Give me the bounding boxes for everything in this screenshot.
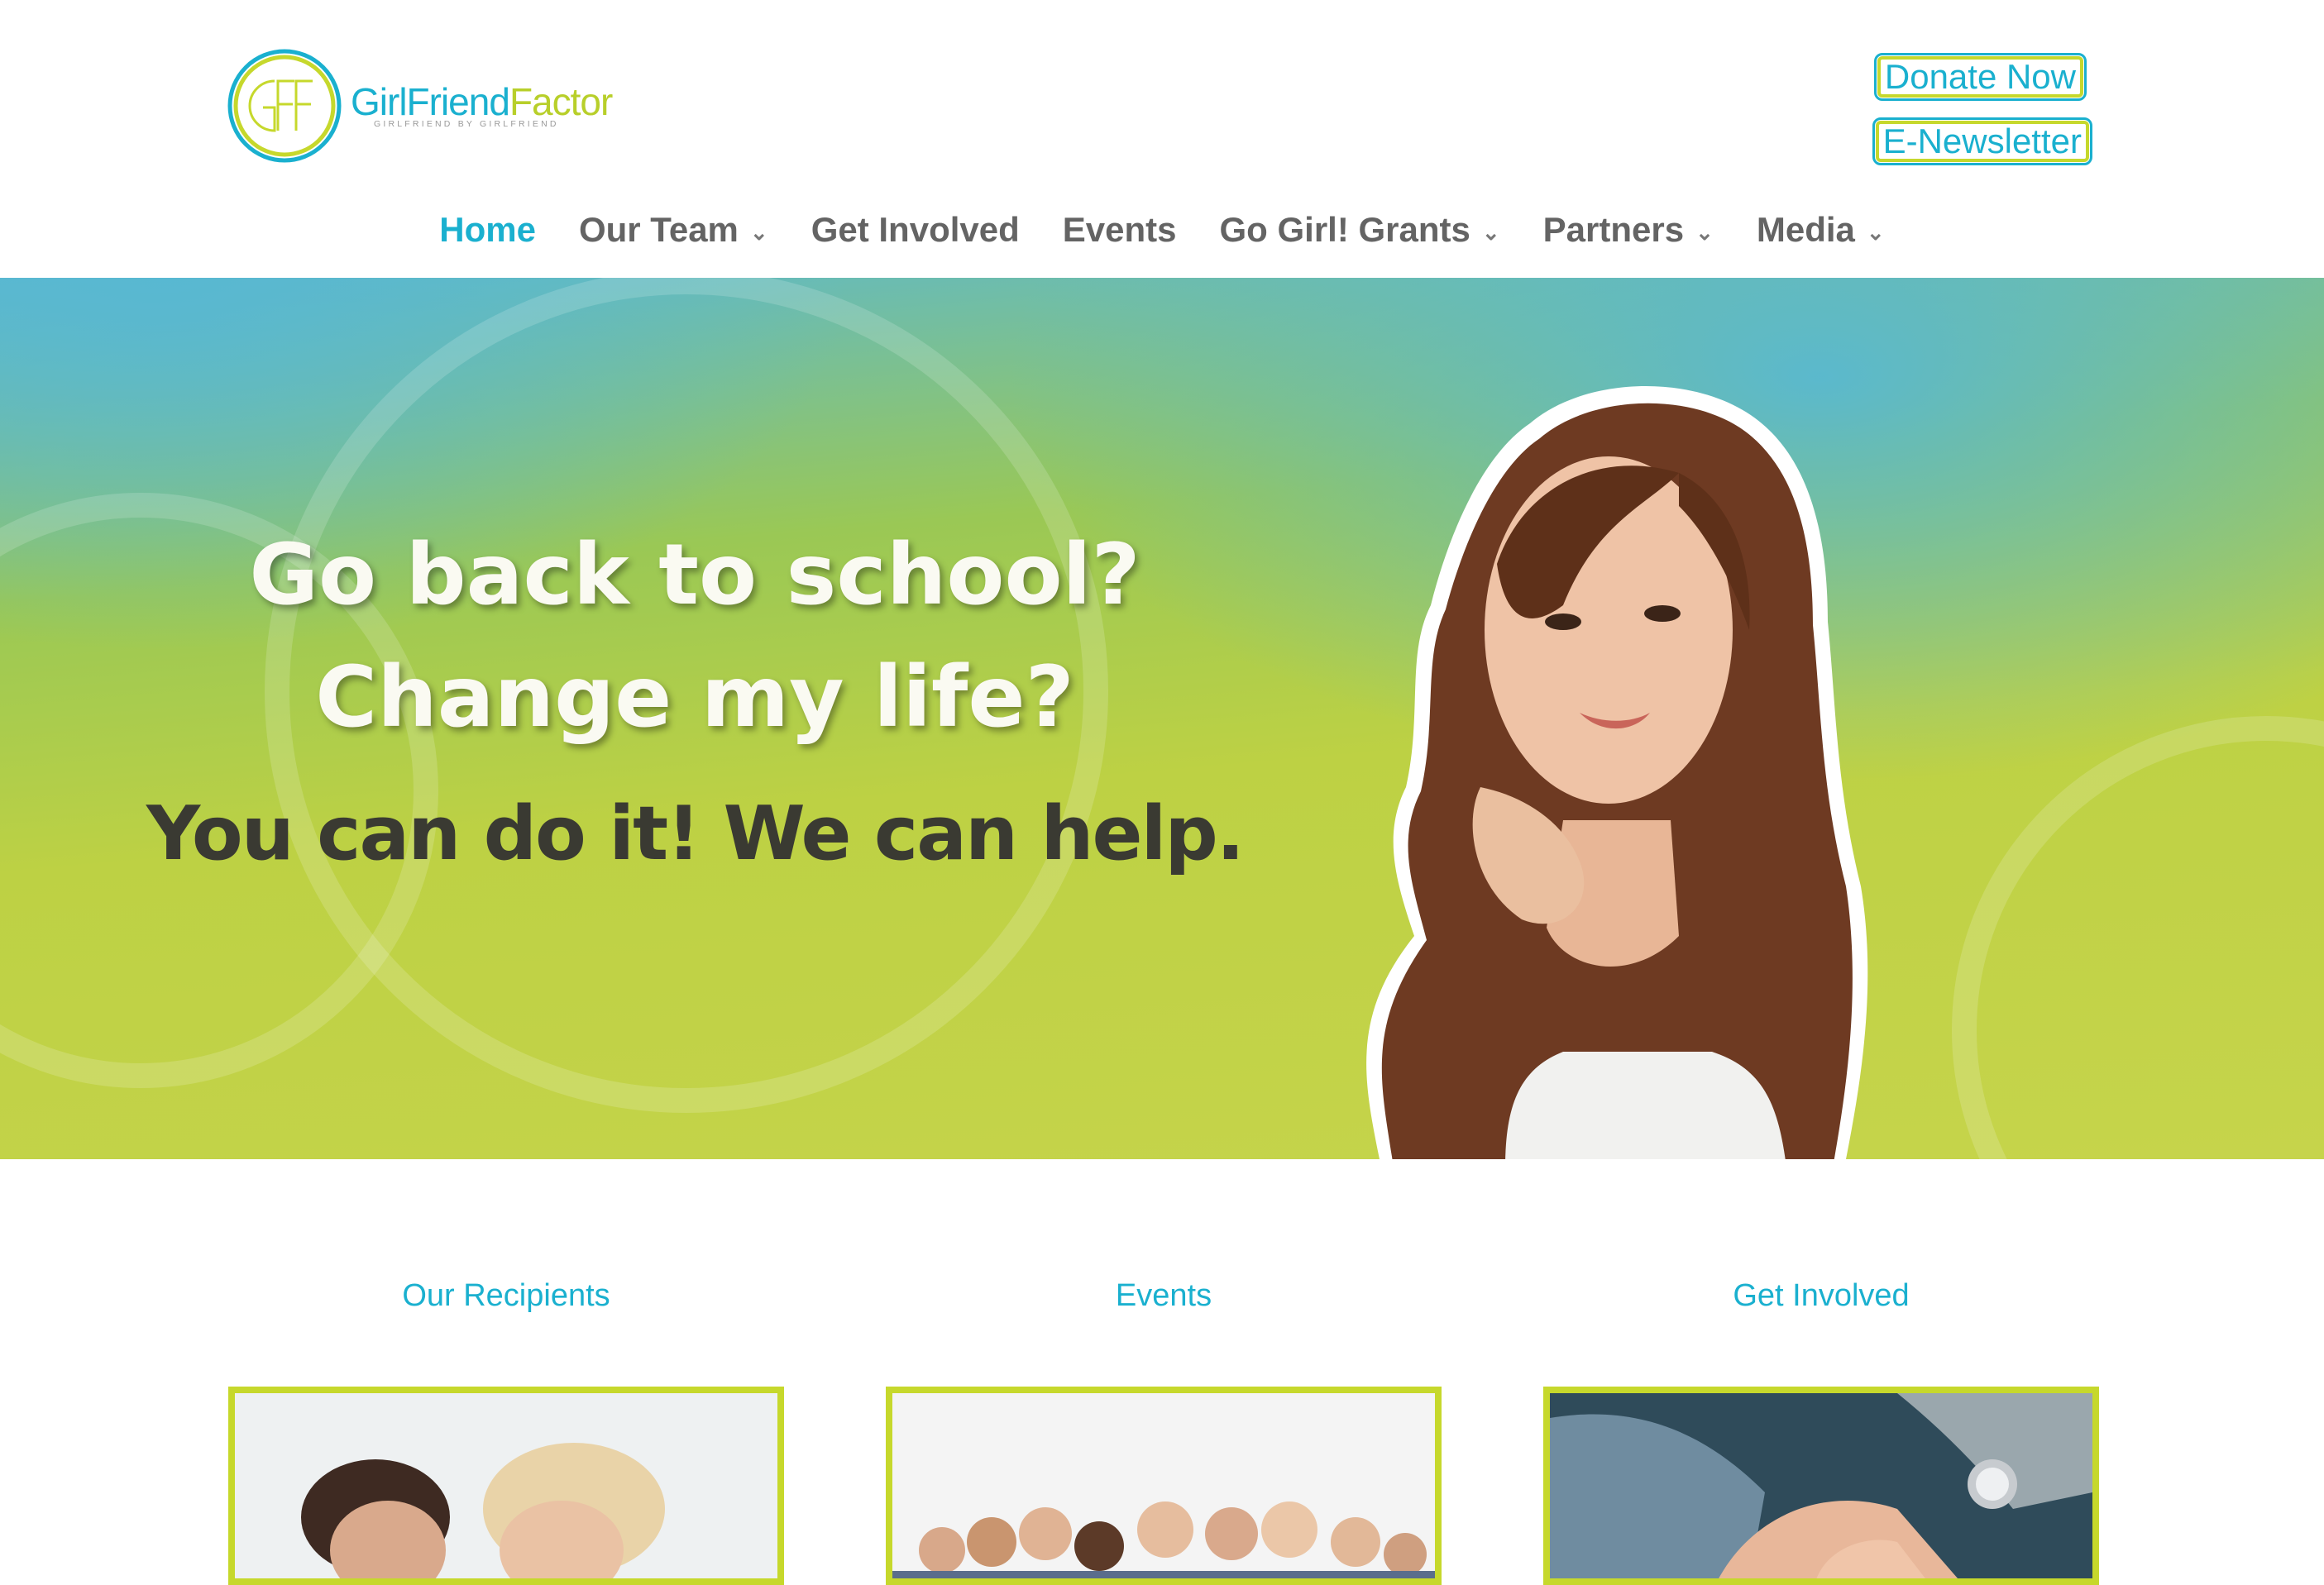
hero-headline-line-1: Go back to school? (249, 526, 1140, 624)
nav-item-get-involved[interactable]: Get Involved (811, 201, 1020, 259)
hero-banner: Go back to school? Change my life? You c… (0, 278, 2324, 1159)
chevron-down-icon: ⌄ (1481, 219, 1500, 245)
decorative-ring (1952, 716, 2324, 1159)
feature-image-get-involved[interactable] (1543, 1387, 2099, 1585)
nav-item-media[interactable]: Media ⌄ (1757, 201, 1885, 261)
chevron-down-icon: ⌄ (1866, 219, 1885, 245)
feature-title-get-involved[interactable]: Get Involved (1540, 1278, 2102, 1314)
chevron-down-icon: ⌄ (749, 219, 768, 245)
get-involved-photo (1550, 1393, 2092, 1578)
feature-image-our-recipients[interactable] (228, 1387, 784, 1585)
nav-item-go-girl-grants[interactable]: Go Girl! Grants ⌄ (1220, 201, 1500, 261)
feature-image-events[interactable] (886, 1387, 1442, 1585)
nav-item-events[interactable]: Events (1063, 201, 1177, 259)
main-nav: Home Our Team ⌄ Get Involved Events Go Gi… (0, 201, 2324, 259)
nav-item-home[interactable]: Home (439, 201, 536, 259)
site-header: GirlFriendFactor GIRLFRIEND BY GIRLFRIEN… (0, 0, 2324, 278)
site-logo[interactable]: GirlFriendFactor GIRLFRIEND BY GIRLFRIEN… (227, 48, 613, 164)
chevron-down-icon: ⌄ (1695, 219, 1714, 245)
hero-portrait-image (1366, 386, 1868, 1159)
feature-title-events[interactable]: Events (882, 1278, 1445, 1314)
feature-title-our-recipients[interactable]: Our Recipients (225, 1278, 787, 1314)
gff-logo-icon (227, 49, 342, 163)
nav-item-partners[interactable]: Partners ⌄ (1543, 201, 1714, 261)
nav-item-our-team[interactable]: Our Team ⌄ (579, 201, 768, 261)
events-photo (892, 1393, 1435, 1578)
e-newsletter-button[interactable]: E-Newsletter (1872, 117, 2092, 165)
hero-tagline: You can do it! We can help. (146, 790, 1245, 877)
logo-wordmark: GirlFriendFactor (351, 80, 613, 123)
donate-now-button[interactable]: Donate Now (1873, 53, 2087, 101)
hero-headline-line-2: Change my life? (315, 648, 1074, 747)
recipients-photo (235, 1393, 777, 1578)
logo-tagline: GIRLFRIEND BY GIRLFRIEND (374, 119, 559, 129)
